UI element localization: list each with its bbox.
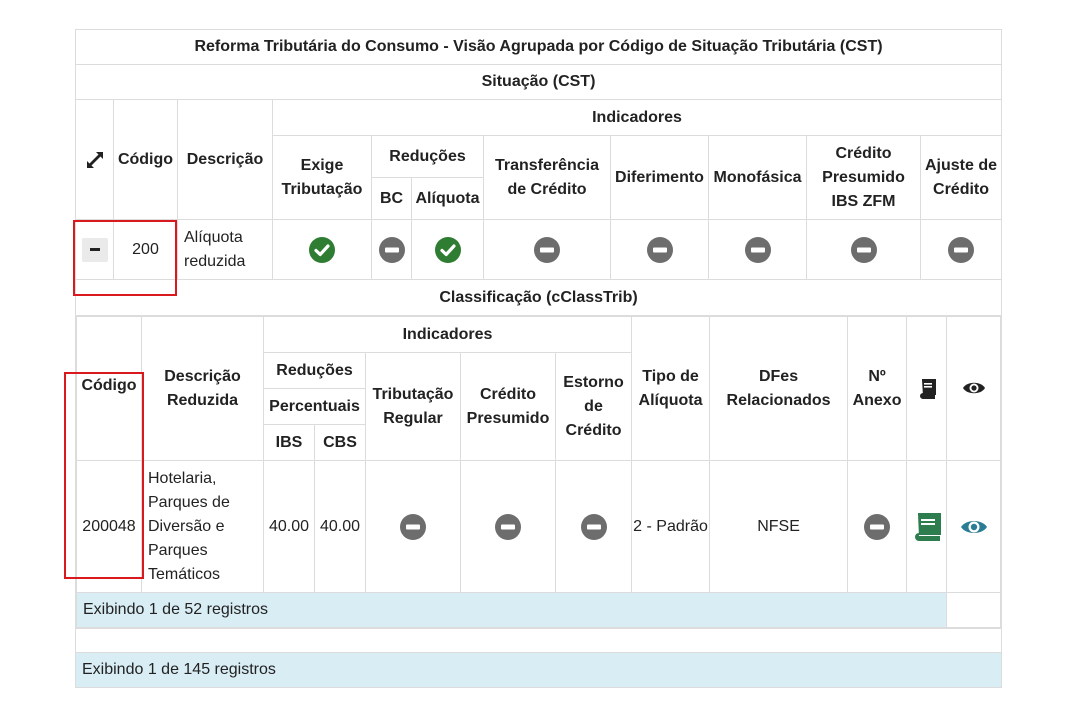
class-container: Código Descrição Reduzida Indicadores Ti…: [74, 315, 1003, 629]
monofasica-value: [708, 219, 807, 280]
detalhes-cell: [946, 460, 1002, 593]
outer-footer: Exibindo 1 de 145 registros: [74, 652, 1003, 688]
class-col-tipo-aliquota: Tipo de Alíquota: [631, 316, 711, 461]
cst-section-title: Situação (CST): [74, 64, 1003, 100]
col-descricao: Descrição: [177, 99, 273, 220]
check-icon: [434, 236, 461, 263]
col-diferimento: Diferimento: [610, 135, 709, 220]
class-row: 200048 Hotelaria, Parques de Diversão e …: [76, 460, 1002, 593]
exige-tributacao-value: [272, 219, 372, 280]
col-credito-presumido-zfm: Crédito Presumido IBS ZFM: [806, 135, 921, 220]
class-cbs: 40.00: [314, 460, 366, 593]
estorno-credito-value: [554, 460, 633, 593]
class-col-dfes: DFes Relacionados: [709, 316, 849, 461]
col-aliquota: Alíquota: [411, 177, 484, 220]
inner-footer: Exibindo 1 de 52 registros: [75, 592, 948, 628]
class-col-ibs: IBS: [263, 424, 315, 461]
minus-circle-icon: [744, 236, 771, 263]
col-transferencia: Transferência de Crédito: [483, 135, 611, 220]
class-tipo-aliquota: 2 - Padrão: [631, 460, 711, 593]
class-container-row: Código Descrição Reduzida Indicadores Ti…: [74, 315, 1003, 629]
cst-table-container: Reforma Tributária do Consumo - Visão Ag…: [74, 29, 1003, 688]
aliquota-value: [411, 219, 484, 280]
tributacao-regular-value: [365, 460, 461, 593]
eye-icon: [962, 383, 985, 394]
minus-circle-icon: [580, 513, 607, 540]
minus-circle-icon: [948, 236, 975, 263]
col-reducoes: Reduções: [371, 135, 484, 178]
expand-toggle[interactable]: [75, 99, 114, 220]
class-table: Código Descrição Reduzida Indicadores Ti…: [75, 316, 1002, 628]
minus-circle-icon: [850, 236, 877, 263]
minus-circle-icon: [378, 236, 405, 263]
table-title: Reforma Tributária do Consumo - Visão Ag…: [74, 29, 1003, 65]
inner-footer-empty: [946, 592, 1002, 628]
col-bc: BC: [371, 177, 412, 220]
highlight-box-cst-codigo: [73, 220, 177, 296]
ajuste-credito-value: [919, 219, 1003, 280]
class-ibs: 40.00: [263, 460, 315, 593]
minus-circle-icon: [400, 513, 426, 540]
class-col-detalhes: [946, 316, 1002, 461]
class-dfes: NFSE: [709, 460, 849, 593]
n-anexo-value: [847, 460, 908, 593]
class-col-percentuais: Percentuais: [263, 388, 366, 425]
col-indicadores: Indicadores: [271, 99, 1003, 136]
class-col-cbs: CBS: [314, 424, 366, 461]
class-col-descricao: Descrição Reduzida: [141, 316, 264, 461]
minus-circle-icon: [864, 513, 891, 540]
minus-circle-icon: [495, 513, 521, 540]
class-col-estorno-credito: Estorno de Crédito: [554, 352, 633, 461]
class-col-indicadores: Indicadores: [262, 316, 633, 353]
highlight-box-class-codigo: [64, 372, 144, 579]
transferencia-value: [483, 219, 611, 280]
class-section-title: Classificação (cClassTrib): [74, 279, 1003, 316]
col-monofasica: Monofásica: [708, 135, 807, 220]
minus-circle-icon: [534, 236, 560, 263]
book-icon: [919, 378, 936, 399]
class-col-n-anexo: Nº Anexo: [847, 316, 908, 461]
class-col-credito-presumido: Crédito Presumido: [460, 352, 556, 461]
book-icon[interactable]: [912, 512, 942, 541]
check-icon: [309, 236, 335, 263]
col-exige-tributacao: Exige Tributação: [272, 135, 372, 220]
bc-value: [371, 219, 412, 280]
cst-row: 200 Alíquota reduzida: [75, 219, 1003, 280]
class-descricao: Hotelaria, Parques de Diversão e Parques…: [141, 460, 264, 593]
col-ajuste-credito: Ajuste de Crédito: [919, 135, 1003, 220]
eye-icon[interactable]: [960, 517, 988, 537]
cst-descricao: Alíquota reduzida: [177, 219, 273, 280]
legislacao-cell: [906, 460, 948, 593]
spacer: [74, 628, 1003, 653]
minus-circle-icon: [646, 236, 673, 263]
diferimento-value: [610, 219, 709, 280]
class-col-tributacao-regular: Tributação Regular: [365, 352, 461, 461]
credito-presumido-value: [460, 460, 556, 593]
cst-table: Reforma Tributária do Consumo - Visão Ag…: [74, 29, 1003, 688]
col-codigo: Código: [113, 99, 178, 220]
expand-icon[interactable]: [85, 150, 105, 170]
class-col-reducoes: Reduções: [263, 352, 366, 389]
class-col-legislacao: [906, 316, 948, 461]
credito-presumido-zfm-value: [806, 219, 921, 280]
